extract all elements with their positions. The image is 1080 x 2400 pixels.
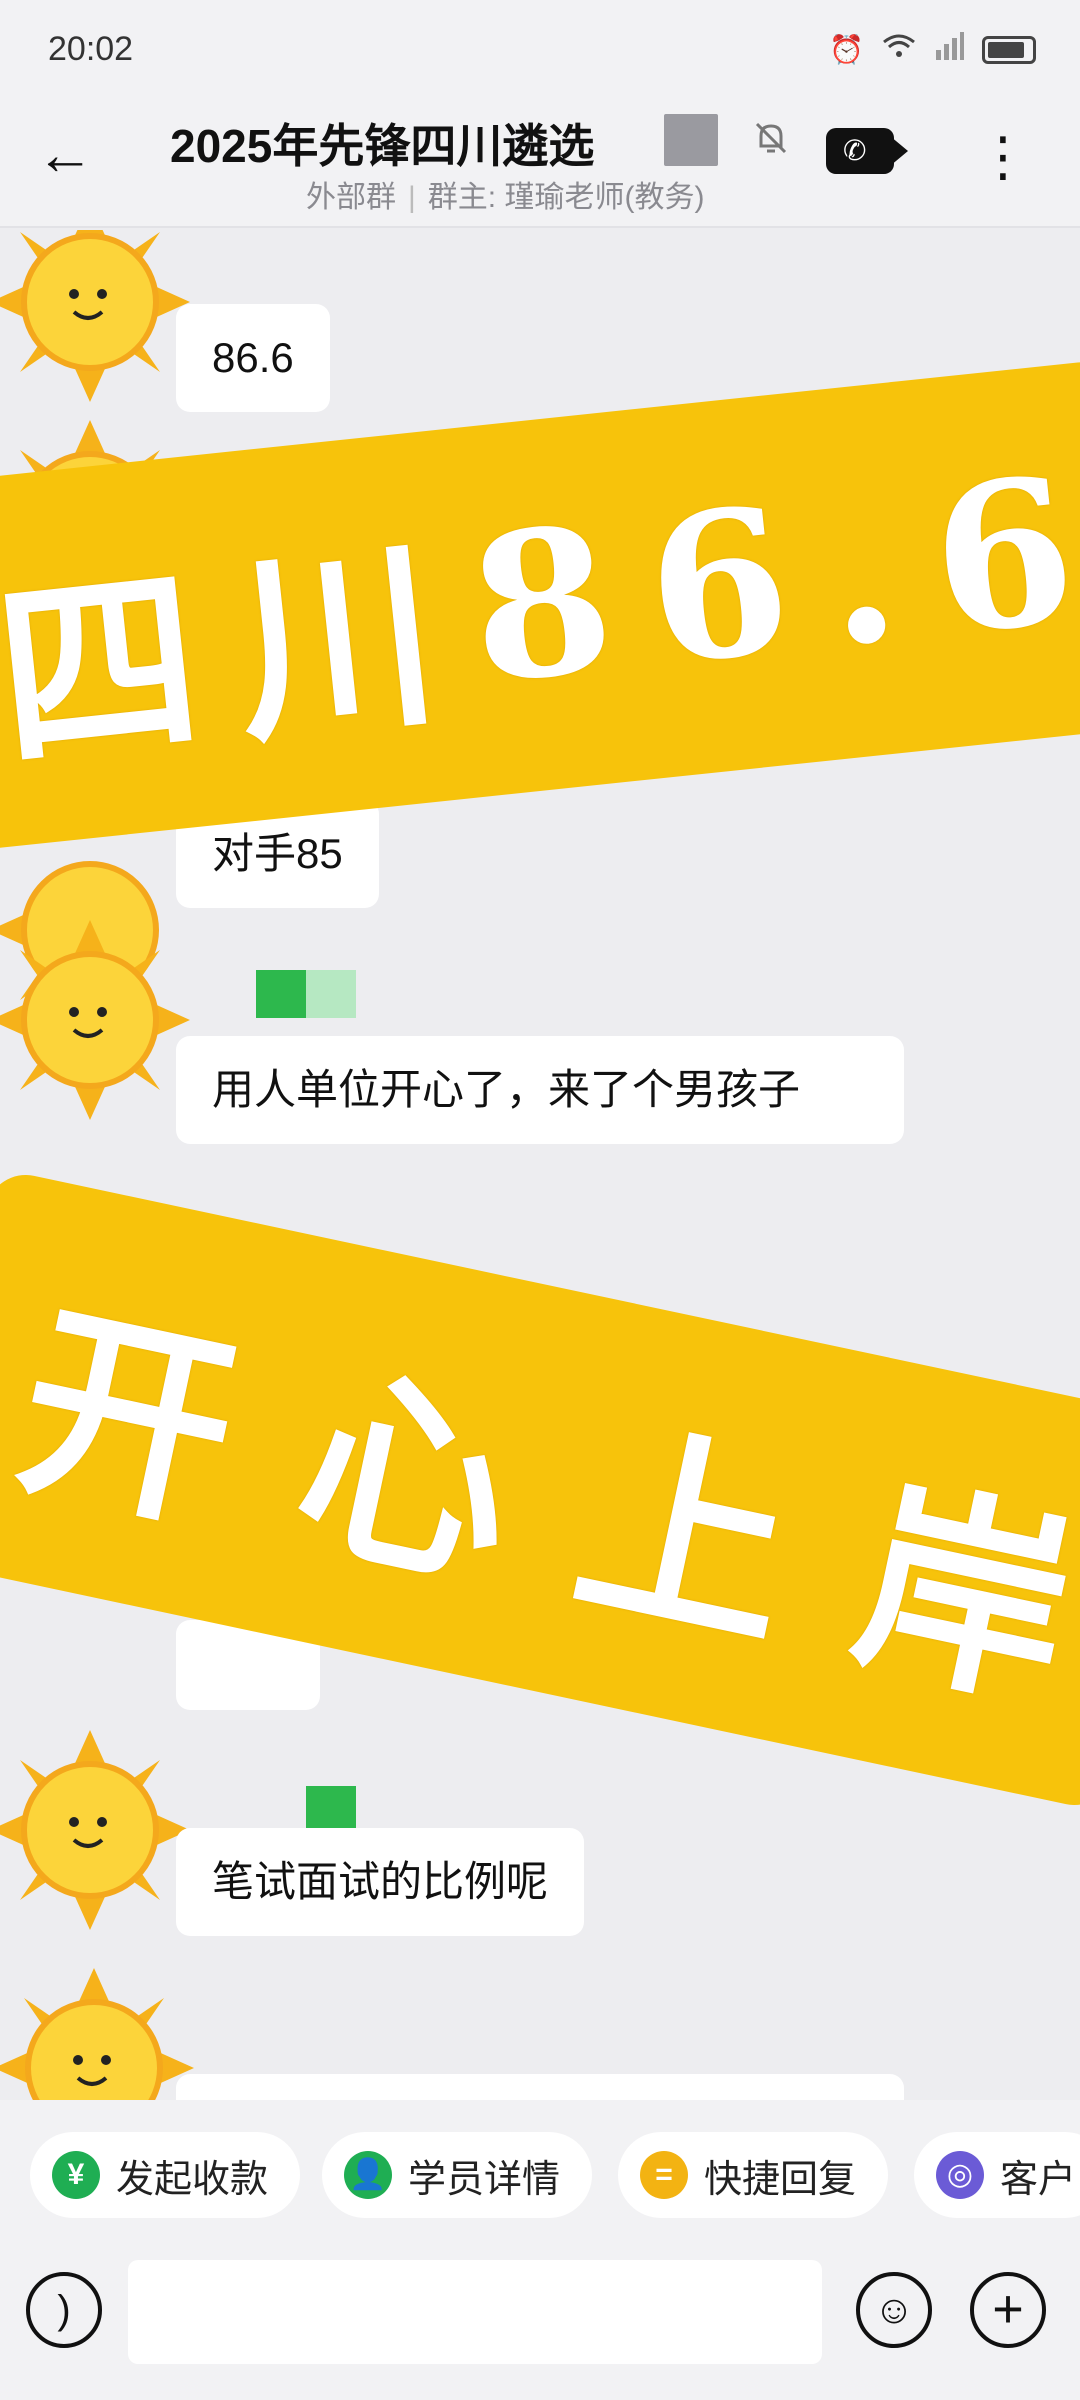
message-input[interactable] [128,2260,822,2364]
chip-quick-reply[interactable]: = 快捷回复 [618,2132,889,2218]
sun-avatar[interactable] [0,1968,194,2100]
banner-char: . [814,449,918,692]
message-bubble[interactable]: 用人单位开心了，来了个男孩子 [176,1036,904,1144]
payment-icon: ¥ [52,2151,100,2199]
status-time: 20:02 [48,30,134,68]
banner-char: 6 [637,461,811,711]
message-bubble-partial[interactable] [176,2074,904,2100]
input-bar: ) ☺ + [0,2250,1080,2400]
chip-payment[interactable]: ¥ 发起收款 [30,2132,301,2218]
sun-avatar[interactable] [0,1730,190,1930]
chip-label: 快捷回复 [704,2158,857,2201]
group-type: 外部群 [306,181,396,214]
video-call-icon[interactable]: ✆ [826,128,908,174]
plus-icon[interactable]: + [970,2272,1046,2348]
alarm-icon: ⏰ [829,34,864,65]
redacted-title-block [664,114,718,166]
more-icon[interactable]: ⋮ [976,122,1030,192]
quick-action-bar: ¥ 发起收款 👤 学员详情 = 快捷回复 ◎ 客户 [0,2100,1080,2250]
group-subtitle: 外部群 | 群主: 瑾瑜老师(教务) [306,181,705,214]
status-bar: 20:02 ⏰ [0,0,1080,100]
status-icons: ⏰ [829,32,1036,67]
emoji-icon[interactable]: ☺ [856,2272,932,2348]
sender-name-redacted [306,1786,356,1834]
chat-header: ← 2025年先锋四川遴选 外部群 | 群主: 瑾瑜老师(教务) ✆ ⋮ [0,100,1080,228]
chip-student-details[interactable]: 👤 学员详情 [322,2132,593,2218]
banner-char: 岸 [836,1453,1080,1739]
banner-char: 川 [224,515,458,772]
banner-char: 四 [0,540,221,797]
customer-icon: ◎ [936,2151,984,2199]
banner-char: 上 [557,1394,815,1680]
banner-char: 8 [460,479,634,729]
sun-avatar[interactable] [0,920,190,1120]
sender-name-redacted [256,970,356,1018]
message-bubble[interactable]: 86.6 [176,304,330,412]
group-title: 2025年先锋四川遴选 [170,120,595,172]
sun-avatar[interactable] [0,230,190,402]
voice-icon[interactable]: ) [26,2272,102,2348]
group-owner: 群主: 瑾瑜老师(教务) [427,181,705,214]
banner-char: 6 [921,431,1080,681]
chip-label: 客户 [1000,2158,1077,2201]
chip-customer[interactable]: ◎ 客户 [914,2132,1080,2218]
mute-bell-icon [748,118,794,164]
chip-label: 学员详情 [408,2158,561,2201]
banner-char: 心 [278,1334,536,1621]
chip-label: 发起收款 [116,2158,269,2201]
message-bubble[interactable]: 笔试面试的比例呢 [176,1828,585,1936]
quick-reply-icon: = [640,2151,688,2199]
student-icon: 👤 [344,2151,392,2199]
back-arrow-icon[interactable]: ← [30,120,100,190]
sun-avatar-icon [0,230,190,402]
battery-icon [982,35,1036,64]
banner-char: 开 [0,1275,257,1561]
wifi-icon [882,32,916,67]
signal-icon [934,32,964,67]
